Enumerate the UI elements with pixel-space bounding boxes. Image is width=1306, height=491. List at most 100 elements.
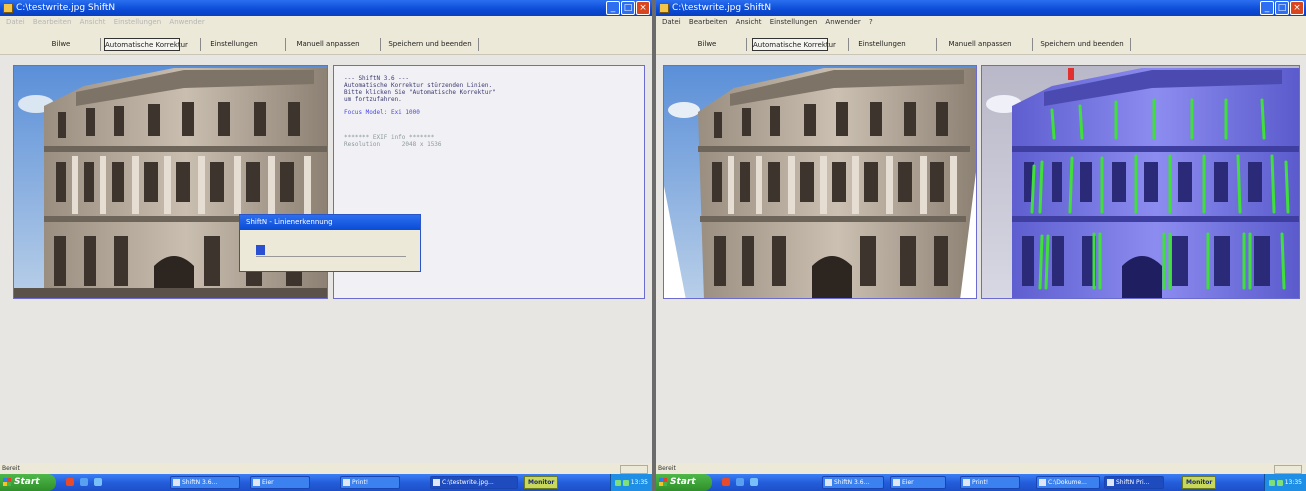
menu-view[interactable]: Ansicht bbox=[736, 18, 762, 26]
menu-edit[interactable]: Bearbeiten bbox=[33, 18, 71, 26]
taskbar-item[interactable]: Eier bbox=[250, 476, 310, 489]
task-icon bbox=[825, 479, 832, 486]
settings-button[interactable]: Einstellungen bbox=[208, 38, 260, 51]
building-photo-corrected bbox=[664, 66, 976, 298]
menu-user[interactable]: Anwender bbox=[825, 18, 860, 26]
progress-track bbox=[256, 246, 406, 257]
line-detection-image bbox=[981, 65, 1300, 299]
system-tray: 13:35 bbox=[1263, 474, 1306, 491]
app-icon bbox=[3, 3, 13, 13]
quicklaunch-media-icon[interactable] bbox=[94, 478, 102, 486]
quicklaunch-desktop-icon[interactable] bbox=[736, 478, 744, 486]
toolbar-separator bbox=[100, 38, 101, 51]
quicklaunch-browser-icon[interactable] bbox=[722, 478, 730, 486]
title-bar: C:\testwrite.jpg ShiftN _ □ × bbox=[0, 0, 652, 16]
toolbar-separator bbox=[746, 38, 747, 51]
taskbar-item[interactable]: C:\Dokume... bbox=[1036, 476, 1100, 489]
info-line: Bitte klicken Sie "Automatische Korrektu… bbox=[344, 89, 496, 96]
tray-icon[interactable] bbox=[1268, 479, 1275, 486]
task-label: Print! bbox=[352, 479, 369, 486]
quicklaunch-browser-icon[interactable] bbox=[66, 478, 74, 486]
settings-button[interactable]: Einstellungen bbox=[856, 38, 908, 51]
right-window: C:\testwrite.jpg ShiftN _ □ × Datei Bear… bbox=[656, 0, 1306, 491]
menu-settings[interactable]: Einstellungen bbox=[770, 18, 817, 26]
tray-icon[interactable] bbox=[622, 479, 629, 486]
taskbar-item-active[interactable]: C:\testwrite.jpg... bbox=[430, 476, 518, 489]
status-text: Bereit bbox=[658, 465, 676, 472]
toolbar-separator bbox=[478, 38, 479, 51]
menu-user[interactable]: Anwender bbox=[169, 18, 204, 26]
menu-bar: Datei Bearbeiten Ansicht Einstellungen A… bbox=[656, 16, 1306, 28]
start-label: Start bbox=[14, 477, 40, 487]
manual-adjust-button[interactable]: Manuell anpassen bbox=[942, 38, 1018, 51]
toolbar-separator bbox=[285, 38, 286, 51]
load-image-button[interactable]: Bilwe bbox=[40, 38, 82, 51]
taskbar: Start ShiftN 3.6... Eier Print! C:\Dokum… bbox=[656, 474, 1306, 491]
window-title: C:\testwrite.jpg ShiftN bbox=[672, 3, 772, 13]
exif-resolution: Resolution 2048 x 1536 bbox=[344, 141, 442, 148]
manual-adjust-button[interactable]: Manuell anpassen bbox=[290, 38, 366, 51]
tray-icon[interactable] bbox=[614, 479, 621, 486]
task-icon bbox=[433, 479, 440, 486]
task-label: Print! bbox=[972, 479, 989, 486]
toolbar-separator bbox=[1130, 38, 1131, 51]
close-icon[interactable]: × bbox=[1290, 1, 1304, 15]
monitor-badge[interactable]: Monitor bbox=[524, 476, 559, 489]
menu-file[interactable]: Datei bbox=[6, 18, 25, 26]
start-button[interactable]: Start bbox=[0, 474, 56, 491]
title-bar: C:\testwrite.jpg ShiftN _ □ × bbox=[656, 0, 1306, 16]
task-icon bbox=[963, 479, 970, 486]
task-icon bbox=[893, 479, 900, 486]
task-icon bbox=[343, 479, 350, 486]
taskbar: Start ShiftN 3.6... Eier Print! C:\testw… bbox=[0, 474, 652, 491]
status-panel bbox=[1274, 465, 1302, 474]
taskbar-item[interactable]: ShiftN 3.6... bbox=[170, 476, 240, 489]
monitor-badge[interactable]: Monitor bbox=[1182, 476, 1217, 489]
status-text: Bereit bbox=[2, 465, 20, 472]
toolbar-separator bbox=[200, 38, 201, 51]
task-label: ShiftN Pri... bbox=[1116, 479, 1150, 486]
toolbar-separator bbox=[848, 38, 849, 51]
task-icon bbox=[173, 479, 180, 486]
window-controls: _ □ × bbox=[606, 1, 650, 15]
auto-correct-button[interactable]: Automatische Korrektur bbox=[752, 38, 836, 51]
dialog-title: ShiftN - Linienerkennung bbox=[240, 215, 420, 230]
taskbar-item[interactable]: ShiftN 3.6... bbox=[822, 476, 884, 489]
quicklaunch-media-icon[interactable] bbox=[750, 478, 758, 486]
task-icon bbox=[1107, 479, 1114, 486]
menu-settings[interactable]: Einstellungen bbox=[114, 18, 161, 26]
tray-icon[interactable] bbox=[1276, 479, 1283, 486]
maximize-icon[interactable]: □ bbox=[621, 1, 635, 15]
exif-header: ******* EXIF info ******* bbox=[344, 134, 435, 141]
taskbar-item[interactable]: Print! bbox=[960, 476, 1020, 489]
auto-correct-button[interactable]: Automatische Korrektur bbox=[104, 38, 188, 51]
load-image-button[interactable]: Bilwe bbox=[686, 38, 728, 51]
menu-file[interactable]: Datei bbox=[662, 18, 681, 26]
start-button[interactable]: Start bbox=[656, 474, 712, 491]
window-controls: _ □ × bbox=[1260, 1, 1304, 15]
task-label: Eier bbox=[262, 479, 274, 486]
info-line: Automatische Korrektur stürzenden Linien… bbox=[344, 82, 493, 89]
taskbar-item[interactable]: Eier bbox=[890, 476, 946, 489]
maximize-icon[interactable]: □ bbox=[1275, 1, 1289, 15]
app-icon bbox=[659, 3, 669, 13]
focal-info: Focus Model: Exi 1000 bbox=[344, 109, 420, 116]
quicklaunch-desktop-icon[interactable] bbox=[80, 478, 88, 486]
task-icon bbox=[253, 479, 260, 486]
start-label: Start bbox=[670, 477, 696, 487]
menu-bar: Datei Bearbeiten Ansicht Einstellungen A… bbox=[0, 16, 652, 28]
minimize-icon[interactable]: _ bbox=[606, 1, 620, 15]
minimize-icon[interactable]: _ bbox=[1260, 1, 1274, 15]
save-and-exit-button[interactable]: Speichern und beenden bbox=[386, 38, 474, 51]
menu-view[interactable]: Ansicht bbox=[80, 18, 106, 26]
taskbar-item[interactable]: Print! bbox=[340, 476, 400, 489]
status-bar: Bereit bbox=[656, 463, 1306, 474]
info-header: --- ShiftN 3.6 --- bbox=[344, 75, 410, 82]
close-icon[interactable]: × bbox=[636, 1, 650, 15]
menu-edit[interactable]: Bearbeiten bbox=[689, 18, 727, 26]
info-line: um fortzufahren. bbox=[344, 96, 402, 103]
taskbar-item-active[interactable]: ShiftN Pri... bbox=[1104, 476, 1164, 489]
save-and-exit-button[interactable]: Speichern und beenden bbox=[1038, 38, 1126, 51]
menu-help[interactable]: ? bbox=[869, 18, 873, 26]
workspace bbox=[656, 55, 1306, 463]
